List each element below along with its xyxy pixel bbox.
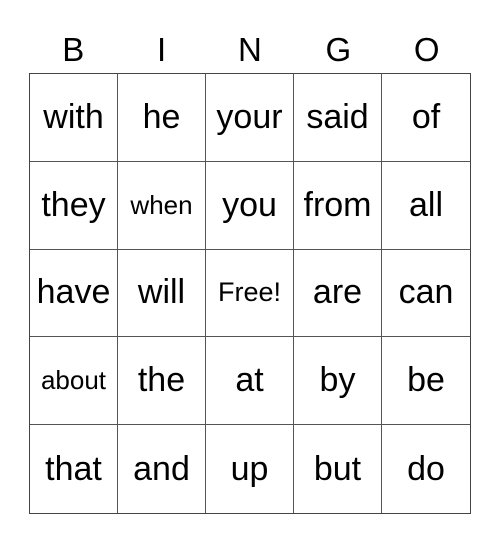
bingo-cell[interactable]: they (30, 161, 118, 250)
header-letter-b: B (62, 31, 85, 68)
bingo-cell[interactable]: do (382, 425, 470, 513)
bingo-cell[interactable]: said (294, 74, 382, 162)
bingo-cell[interactable]: are (294, 249, 382, 338)
bingo-cell[interactable]: of (382, 74, 470, 162)
free-space-cell[interactable]: Free! (206, 249, 294, 338)
bingo-cell[interactable]: will (118, 249, 206, 338)
bingo-cell[interactable]: but (294, 425, 382, 513)
bingo-cell[interactable]: you (206, 161, 294, 250)
bingo-cell[interactable]: that (30, 425, 118, 513)
bingo-header: B I N G O (29, 28, 471, 72)
bingo-cell[interactable]: have (30, 249, 118, 338)
bingo-cell[interactable]: the (118, 337, 206, 426)
header-letter-n: N (238, 31, 262, 68)
header-letter-g: G (325, 31, 352, 68)
bingo-cell[interactable]: up (206, 425, 294, 513)
bingo-cell[interactable]: from (294, 161, 382, 250)
bingo-cell[interactable]: and (118, 425, 206, 513)
bingo-cell[interactable]: at (206, 337, 294, 426)
bingo-cell[interactable]: your (206, 74, 294, 162)
bingo-cell[interactable]: with (30, 74, 118, 162)
bingo-cell[interactable]: when (118, 161, 206, 250)
bingo-card: with he your said of they when you from … (29, 73, 471, 514)
bingo-cell[interactable]: all (382, 162, 470, 250)
bingo-cell[interactable]: he (118, 74, 206, 162)
header-letter-i: I (157, 31, 167, 68)
bingo-cell[interactable]: by (294, 337, 382, 426)
bingo-cell[interactable]: about (30, 337, 118, 426)
bingo-cell[interactable]: can (382, 250, 470, 338)
header-letter-o: O (413, 31, 440, 68)
bingo-cell[interactable]: be (382, 337, 470, 426)
